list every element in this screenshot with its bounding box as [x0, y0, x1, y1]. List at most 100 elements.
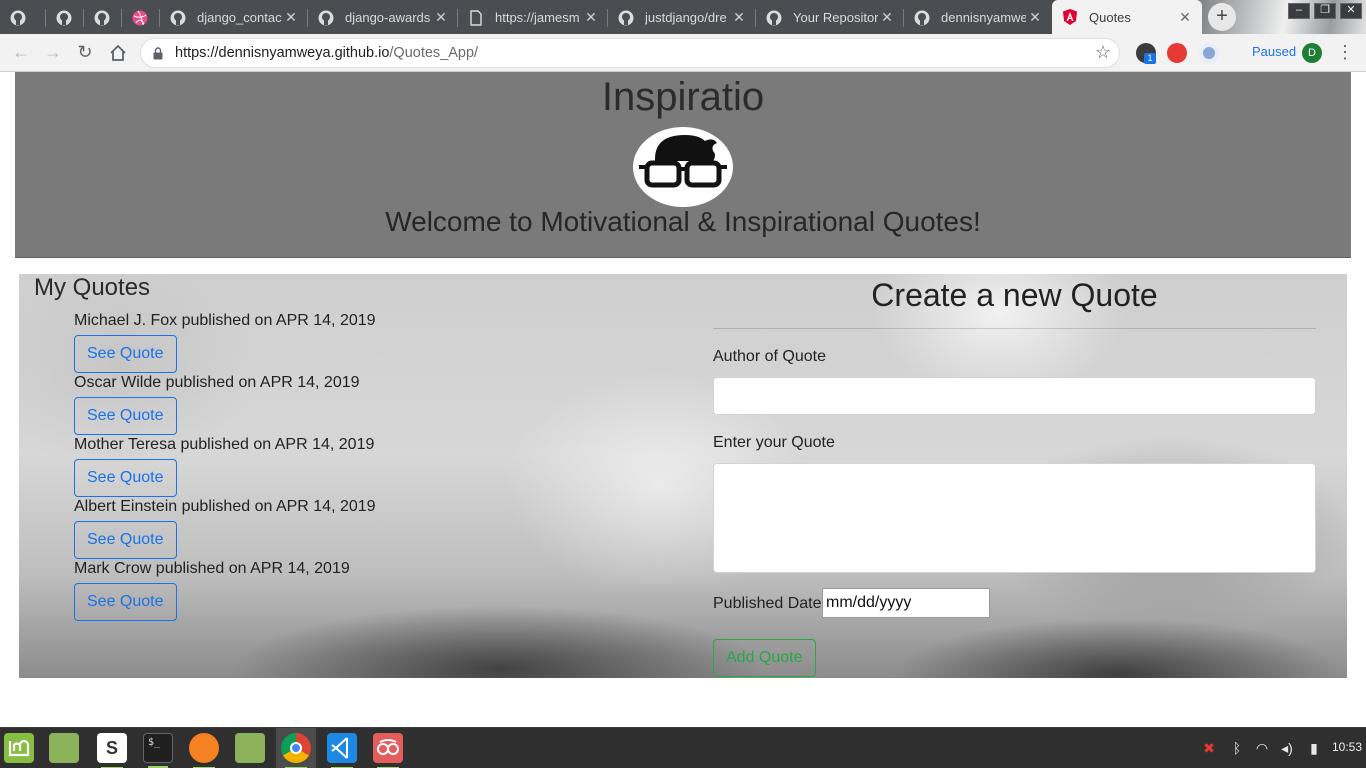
- quote-meta: Mark Crow published on APR 14, 2019: [74, 560, 350, 578]
- tab-pinned-2[interactable]: [46, 1, 84, 34]
- tab-justdjango[interactable]: justdjango/dre ✕: [608, 1, 756, 34]
- see-quote-button[interactable]: See Quote: [74, 397, 177, 435]
- tab-django-contact[interactable]: django_contact ✕: [160, 1, 308, 34]
- see-quote-button[interactable]: See Quote: [74, 459, 177, 497]
- tab-title: justdjango/dre: [645, 10, 727, 25]
- tab-title: django-awards: [345, 10, 431, 25]
- quote-textarea[interactable]: [713, 463, 1316, 573]
- quote-label: Enter your Quote: [713, 434, 835, 451]
- files-folder-icon[interactable]: [235, 733, 265, 763]
- form-divider: [713, 328, 1316, 329]
- see-quote-button[interactable]: See Quote: [74, 521, 177, 559]
- tab-title: dennisnyamwe: [941, 10, 1026, 25]
- github-icon: [56, 10, 72, 25]
- quote-list-item: Mark Crow published on APR 14, 2019 See …: [74, 560, 350, 621]
- extension-badge: 1: [1144, 53, 1156, 64]
- bluetooth-icon[interactable]: ᛒ: [1228, 739, 1246, 757]
- author-label: Author of Quote: [713, 348, 826, 365]
- minimize-window-button[interactable]: –: [1288, 3, 1310, 19]
- quote-author: Mother Teresa: [74, 436, 176, 453]
- terminal-icon[interactable]: $_: [143, 733, 173, 768]
- mint-menu-icon[interactable]: [4, 733, 34, 763]
- forward-arrow-icon[interactable]: →: [41, 41, 65, 65]
- published-date-input[interactable]: mm/dd/yyyy: [822, 588, 990, 618]
- menu-dots-icon[interactable]: ⋮: [1336, 40, 1354, 64]
- published-label: published on: [181, 498, 273, 515]
- github-icon: [94, 10, 110, 25]
- published-label: published on: [155, 560, 247, 577]
- close-icon[interactable]: ✕: [282, 9, 300, 26]
- content-area: My Quotes Michael J. Fox published on AP…: [19, 274, 1347, 678]
- quote-author: Michael J. Fox: [74, 312, 178, 329]
- bookmark-star-icon[interactable]: ☆: [1095, 42, 1111, 63]
- firefox-icon[interactable]: [189, 733, 219, 768]
- glasses-logo-icon: [633, 127, 733, 207]
- close-icon[interactable]: ✕: [878, 9, 896, 26]
- see-quote-button[interactable]: See Quote: [74, 583, 177, 621]
- form-title: Create a new Quote: [871, 277, 1158, 313]
- github-icon: [170, 10, 186, 25]
- vscode-icon[interactable]: [327, 733, 357, 768]
- new-tab-button[interactable]: +: [1208, 3, 1236, 31]
- quote-meta: Michael J. Fox published on APR 14, 2019: [74, 312, 376, 330]
- tab-pinned-1[interactable]: [0, 1, 46, 34]
- quote-date: APR 14, 2019: [274, 436, 375, 453]
- see-quote-button[interactable]: See Quote: [74, 335, 177, 373]
- volume-icon[interactable]: ◂): [1278, 739, 1296, 757]
- author-input[interactable]: [713, 377, 1316, 415]
- github-icon: [10, 10, 26, 25]
- my-quotes-heading: My Quotes: [34, 274, 151, 301]
- add-quote-button[interactable]: Add Quote: [713, 639, 816, 677]
- close-icon[interactable]: ✕: [1026, 9, 1044, 26]
- quote-author: Albert Einstein: [74, 498, 178, 515]
- page-icon: [470, 9, 482, 26]
- reload-icon[interactable]: ↻: [73, 41, 97, 65]
- quote-meta: Mother Teresa published on APR 14, 2019: [74, 436, 374, 454]
- os-taskbar: S $_ ✖ ᛒ ◠ ◂) ▮ 10:53: [0, 727, 1366, 768]
- tab-dennisnyamweya[interactable]: dennisnyamwe ✕: [904, 1, 1052, 34]
- close-icon[interactable]: ✕: [582, 9, 600, 26]
- sync-paused-label[interactable]: Paused: [1252, 44, 1296, 59]
- tab-title: Your Repositori: [793, 10, 878, 25]
- published-label: published on: [180, 436, 272, 453]
- tab-pinned-3[interactable]: [84, 1, 122, 34]
- glasses-app-icon[interactable]: [373, 733, 403, 768]
- dribbble-icon: [132, 10, 148, 25]
- address-bar[interactable]: https://dennisnyamweya.github.io/Quotes_…: [140, 38, 1120, 68]
- slack-s-icon[interactable]: S: [97, 733, 127, 768]
- back-arrow-icon[interactable]: ←: [9, 41, 33, 65]
- maximize-window-button[interactable]: ❐: [1314, 3, 1336, 19]
- github-icon: [766, 10, 782, 25]
- show-desktop-icon[interactable]: [49, 733, 79, 763]
- github-icon: [618, 10, 634, 25]
- circle-extension-icon[interactable]: [1199, 43, 1219, 63]
- hand-extension-icon[interactable]: [1167, 43, 1187, 63]
- quote-list-item: Michael J. Fox published on APR 14, 2019…: [74, 312, 376, 373]
- quote-date: APR 14, 2019: [275, 312, 376, 329]
- close-icon[interactable]: ✕: [730, 9, 748, 26]
- security-shield-icon[interactable]: ✖: [1200, 739, 1218, 757]
- tab-quotes-active[interactable]: Quotes ✕: [1052, 0, 1202, 34]
- clock[interactable]: 10:53: [1332, 740, 1362, 754]
- quote-list-item: Albert Einstein published on APR 14, 201…: [74, 498, 376, 559]
- extension-icon[interactable]: 1: [1136, 43, 1156, 64]
- chrome-icon[interactable]: [281, 733, 311, 768]
- close-icon[interactable]: ✕: [432, 9, 450, 26]
- github-icon: [914, 10, 930, 25]
- profile-avatar[interactable]: D: [1302, 43, 1322, 63]
- tab-jamesm[interactable]: https://jamesm ✕: [458, 1, 608, 34]
- url-text: https://dennisnyamweya.github.io/Quotes_…: [175, 45, 479, 61]
- tab-pinned-4[interactable]: [122, 1, 160, 34]
- tab-django-awards[interactable]: django-awards ✕: [308, 1, 458, 34]
- site-title: Inspiratio: [601, 75, 765, 119]
- battery-icon[interactable]: ▮: [1305, 739, 1323, 757]
- wifi-icon[interactable]: ◠: [1253, 739, 1271, 757]
- close-icon[interactable]: ✕: [1176, 9, 1194, 26]
- home-icon[interactable]: [106, 41, 130, 65]
- close-window-button[interactable]: ✕: [1340, 3, 1362, 19]
- published-date-label: Published Date: [713, 595, 822, 612]
- tab-title: django_contact: [197, 10, 282, 25]
- angular-icon: [1063, 9, 1077, 25]
- github-icon: [318, 10, 334, 25]
- tab-your-repositories[interactable]: Your Repositori ✕: [756, 1, 904, 34]
